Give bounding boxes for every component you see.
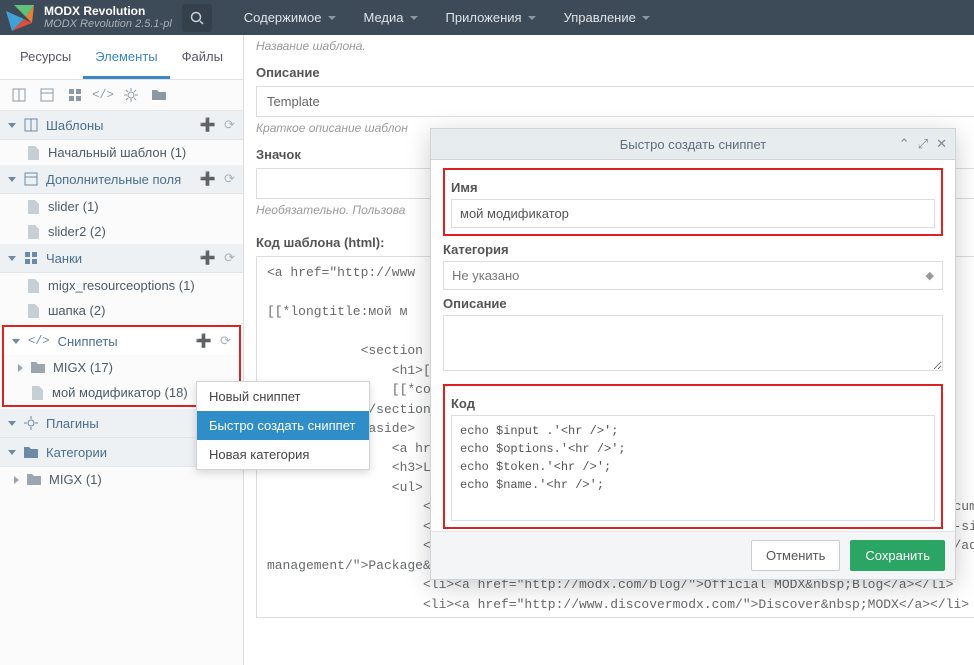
- tree-item[interactable]: шапка (2): [0, 298, 243, 323]
- tree-header-label: Чанки: [46, 251, 82, 266]
- tree-header-label: Категории: [46, 445, 107, 460]
- tree-item-folder[interactable]: MIGX (1): [0, 467, 243, 492]
- modal-category-label: Категория: [443, 242, 943, 257]
- description-label: Описание: [256, 65, 974, 80]
- chevron-down-icon: [8, 177, 16, 182]
- file-icon: [26, 279, 40, 293]
- chevron-right-icon: [18, 364, 23, 372]
- brand-subtitle: MODX Revolution 2.5.1-pl: [44, 18, 172, 30]
- tree-header-chunks[interactable]: Чанки ➕ ⟳: [0, 244, 243, 273]
- chevron-down-icon: [8, 123, 16, 128]
- chevron-down-icon: [328, 16, 336, 20]
- brand-title: MODX Revolution: [44, 5, 172, 18]
- tree-item-label: migx_resourceoptions (1): [48, 278, 195, 293]
- chevron-down-icon: [410, 16, 418, 20]
- chevron-down-icon: [528, 16, 536, 20]
- chevron-down-icon: [8, 421, 16, 426]
- tree-header-label: Плагины: [46, 416, 99, 431]
- tree-item-label: Начальный шаблон (1): [48, 145, 186, 160]
- tree-header-templates[interactable]: Шаблоны ➕ ⟳: [0, 111, 243, 140]
- select-toggle-icon: ◆: [926, 269, 934, 282]
- tree-item-label: slider (1): [48, 199, 99, 214]
- menu-content-label: Содержимое: [244, 10, 322, 25]
- chevron-right-icon: [14, 476, 19, 484]
- context-item-quick-create[interactable]: Быстро создать сниппет: [197, 411, 369, 440]
- add-icon[interactable]: ➕: [196, 333, 212, 349]
- add-icon[interactable]: ➕: [200, 250, 216, 266]
- tree-header-label: Дополнительные поля: [46, 172, 181, 187]
- add-icon[interactable]: ➕: [200, 171, 216, 187]
- modal-category-value: Не указано: [452, 268, 519, 283]
- refresh-icon[interactable]: ⟳: [224, 250, 235, 266]
- tree-header-label: Сниппеты: [58, 334, 118, 349]
- code-icon: </>: [28, 334, 50, 348]
- title-hint: Название шаблона.: [256, 39, 974, 53]
- refresh-icon[interactable]: ⟳: [220, 333, 231, 349]
- context-item-new-category[interactable]: Новая категория: [197, 440, 369, 469]
- quick-create-modal: Быстро создать сниппет ⌃ ⤢ ✕ Имя Категор…: [430, 128, 956, 580]
- folder-icon: [27, 473, 41, 487]
- menu-content[interactable]: Содержимое: [230, 0, 350, 35]
- menu-manage[interactable]: Управление: [550, 0, 664, 35]
- tree-item-label: шапка (2): [48, 303, 105, 318]
- tab-elements[interactable]: Элементы: [83, 35, 169, 79]
- tool-categories-icon[interactable]: [150, 86, 168, 104]
- tree-item[interactable]: slider2 (2): [0, 219, 243, 244]
- modal-name-input[interactable]: [451, 199, 935, 228]
- tree-item[interactable]: migx_resourceoptions (1): [0, 273, 243, 298]
- add-icon[interactable]: ➕: [200, 117, 216, 133]
- chevron-down-icon: [12, 339, 20, 344]
- tool-tv-icon[interactable]: [38, 86, 56, 104]
- menu-apps[interactable]: Приложения: [432, 0, 550, 35]
- tree-item-label: MIGX (17): [53, 360, 113, 375]
- modal-category-select[interactable]: Не указано ◆: [443, 261, 943, 290]
- modal-name-label: Имя: [451, 180, 935, 195]
- tree-header-label: Шаблоны: [46, 118, 104, 133]
- chevron-down-icon: [8, 256, 16, 261]
- chevron-down-icon: [642, 16, 650, 20]
- tree-item-label: MIGX (1): [49, 472, 102, 487]
- tool-templates-icon[interactable]: [10, 86, 28, 104]
- file-icon: [30, 386, 44, 400]
- search-button[interactable]: [182, 4, 212, 32]
- description-input[interactable]: [256, 86, 974, 117]
- tab-resources[interactable]: Ресурсы: [8, 35, 83, 79]
- tree-item-label: slider2 (2): [48, 224, 106, 239]
- context-menu: Новый сниппет Быстро создать сниппет Нов…: [196, 381, 370, 470]
- menu-media-label: Медиа: [364, 10, 404, 25]
- close-icon[interactable]: ✕: [936, 136, 947, 152]
- modal-desc-label: Описание: [443, 296, 943, 311]
- modal-title: Быстро создать сниппет: [620, 137, 766, 152]
- chevron-down-icon: [8, 450, 16, 455]
- tree-item[interactable]: Начальный шаблон (1): [0, 140, 243, 165]
- refresh-icon[interactable]: ⟳: [224, 117, 235, 133]
- context-item-new-snippet[interactable]: Новый сниппет: [197, 382, 369, 411]
- file-icon: [26, 146, 40, 160]
- tree-item-folder[interactable]: MIGX (17): [4, 355, 239, 380]
- file-icon: [26, 304, 40, 318]
- tool-plugins-icon[interactable]: [122, 86, 140, 104]
- menu-manage-label: Управление: [564, 10, 636, 25]
- file-icon: [26, 200, 40, 214]
- tree-header-snippets[interactable]: </> Сниппеты ➕ ⟳: [4, 327, 239, 355]
- tree-item-label: мой модификатор (18): [52, 385, 188, 400]
- modal-desc-textarea[interactable]: [443, 315, 943, 371]
- tool-chunks-icon[interactable]: [66, 86, 84, 104]
- logo: [0, 0, 40, 35]
- modal-code-label: Код: [451, 396, 935, 411]
- menu-apps-label: Приложения: [446, 10, 522, 25]
- save-button[interactable]: Сохранить: [850, 540, 945, 571]
- tree-item[interactable]: slider (1): [0, 194, 243, 219]
- cancel-button[interactable]: Отменить: [751, 540, 840, 571]
- tree-header-tvs[interactable]: Дополнительные поля ➕ ⟳: [0, 165, 243, 194]
- fullscreen-icon[interactable]: ⤢: [918, 136, 928, 152]
- file-icon: [26, 225, 40, 239]
- folder-icon: [31, 361, 45, 375]
- refresh-icon[interactable]: ⟳: [224, 171, 235, 187]
- tool-snippets-icon[interactable]: </>: [94, 86, 112, 104]
- modal-code-textarea[interactable]: echo $input .'<hr />'; echo $options.'<h…: [451, 415, 935, 521]
- menu-media[interactable]: Медиа: [350, 0, 432, 35]
- tab-files[interactable]: Файлы: [170, 35, 235, 79]
- collapse-icon[interactable]: ⌃: [899, 136, 910, 152]
